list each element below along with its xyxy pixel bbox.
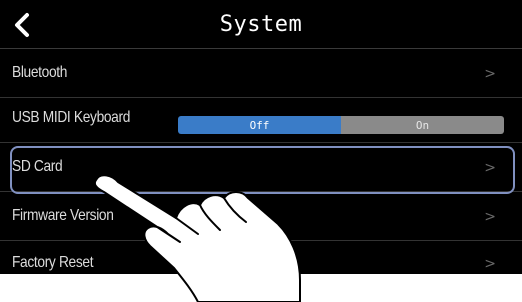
toggle-on-option[interactable]: On	[341, 116, 504, 134]
chevron-right-icon: >	[484, 209, 496, 225]
usb-midi-keyboard-toggle[interactable]: Off On	[178, 116, 504, 134]
page-title: System	[219, 12, 303, 37]
menu-item-bluetooth[interactable]: Bluetooth >	[0, 53, 522, 98]
menu-item-factory-reset[interactable]: Factory Reset >	[0, 243, 522, 274]
menu-item-label: Bluetooth	[12, 64, 68, 81]
menu-item-sd-card[interactable]: SD Card >	[0, 147, 522, 192]
system-screen: System Bluetooth > USB MIDI Keyboard Off…	[0, 0, 522, 274]
menu-item-firmware-version[interactable]: Firmware Version >	[0, 196, 522, 241]
chevron-right-icon: >	[484, 256, 496, 272]
menu-item-usb-midi-keyboard: USB MIDI Keyboard Off On	[0, 98, 522, 143]
chevron-right-icon: >	[484, 66, 496, 82]
menu-item-label: USB MIDI Keyboard	[12, 109, 131, 126]
chevron-right-icon: >	[484, 160, 496, 176]
header-bar: System	[0, 0, 522, 49]
menu-item-label: Factory Reset	[12, 254, 94, 271]
toggle-off-option[interactable]: Off	[178, 116, 341, 134]
menu-item-label: SD Card	[12, 158, 63, 175]
menu-item-label: Firmware Version	[12, 207, 114, 224]
